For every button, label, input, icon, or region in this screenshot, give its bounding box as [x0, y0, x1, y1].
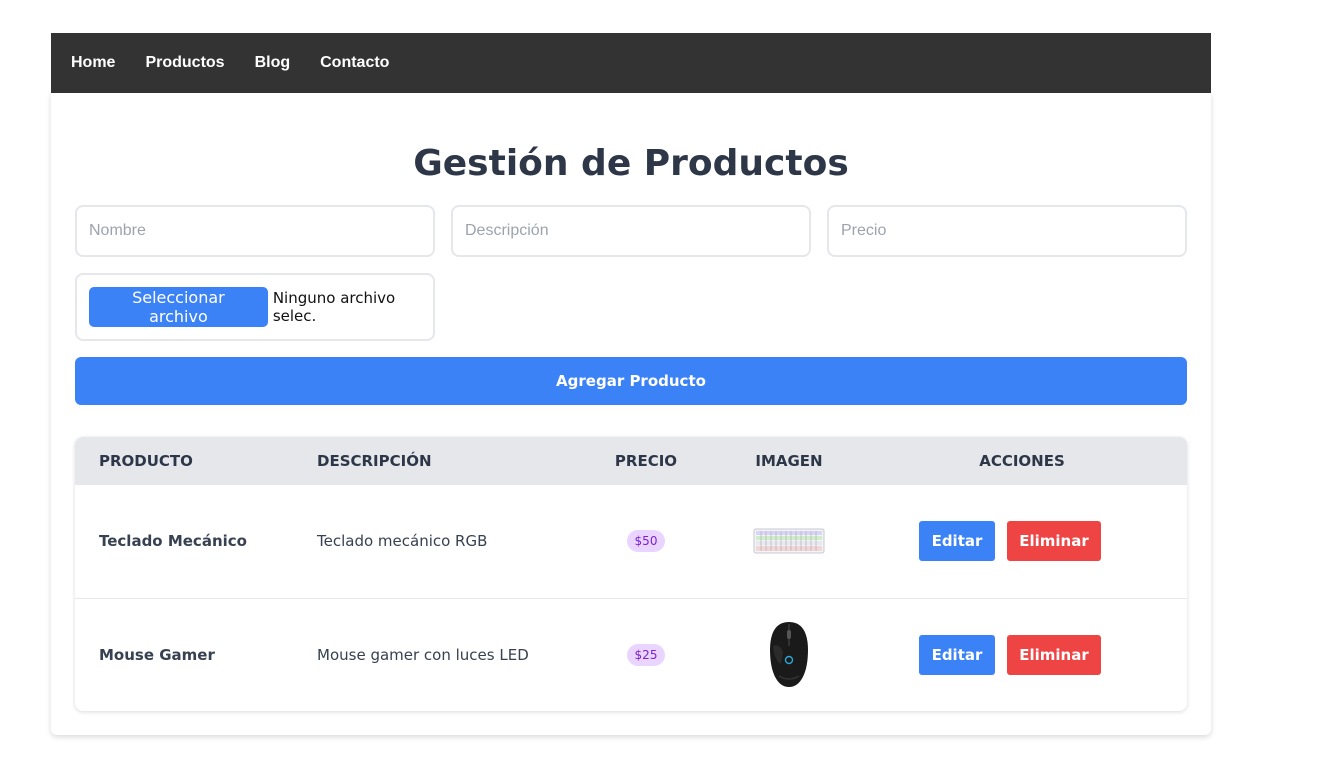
delete-button[interactable]: Eliminar: [1007, 521, 1101, 562]
table-row: Mouse Gamer Mouse gamer con luces LED $2…: [75, 598, 1187, 711]
description-input[interactable]: [451, 205, 811, 257]
product-name: Mouse Gamer: [99, 645, 215, 664]
products-table: PRODUCTO DESCRIPCIÓN PRECIO IMAGEN ACCIO…: [75, 437, 1187, 711]
table-row: Teclado Mecánico Teclado mecánico RGB $5…: [75, 485, 1187, 598]
product-management-card: Gestión de Productos Seleccionar archivo…: [51, 93, 1211, 735]
header-product: PRODUCTO: [99, 452, 193, 470]
file-status-text: Ninguno archivo selec.: [272, 289, 396, 325]
price-badge: $25: [626, 643, 666, 666]
price-input[interactable]: [827, 205, 1187, 257]
top-navbar: Home Productos Blog Contacto: [51, 33, 1211, 93]
delete-button[interactable]: Eliminar: [1007, 634, 1101, 675]
keyboard-image: [753, 528, 825, 554]
header-image: IMAGEN: [755, 452, 823, 470]
price-badge: $50: [626, 530, 666, 553]
page-title: Gestión de Productos: [413, 143, 849, 184]
nav-link-blog[interactable]: Blog: [255, 54, 291, 72]
file-picker: Seleccionar archivo Ninguno archivo sele…: [75, 273, 435, 341]
name-input[interactable]: [75, 205, 435, 257]
nav-link-contacto[interactable]: Contacto: [320, 54, 389, 72]
header-actions: ACCIONES: [979, 452, 1065, 470]
product-description: Teclado mecánico RGB: [317, 532, 488, 551]
products-table-container: PRODUCTO DESCRIPCIÓN PRECIO IMAGEN ACCIO…: [75, 437, 1187, 711]
row-actions: Editar Eliminar: [857, 521, 1187, 562]
add-product-button[interactable]: Agregar Producto: [75, 357, 1187, 405]
product-name: Teclado Mecánico: [99, 532, 247, 551]
edit-button[interactable]: Editar: [919, 521, 995, 562]
header-price: PRECIO: [614, 452, 678, 470]
mouse-image: [770, 621, 808, 687]
nav-link-home[interactable]: Home: [71, 54, 115, 72]
nav-link-productos[interactable]: Productos: [145, 54, 224, 72]
header-description: DESCRIPCIÓN: [317, 452, 432, 470]
row-actions: Editar Eliminar: [857, 634, 1187, 675]
select-file-button[interactable]: Seleccionar archivo: [89, 287, 268, 327]
product-description: Mouse gamer con luces LED: [317, 645, 529, 664]
table-header-row: PRODUCTO DESCRIPCIÓN PRECIO IMAGEN ACCIO…: [75, 437, 1187, 485]
edit-button[interactable]: Editar: [919, 634, 995, 675]
